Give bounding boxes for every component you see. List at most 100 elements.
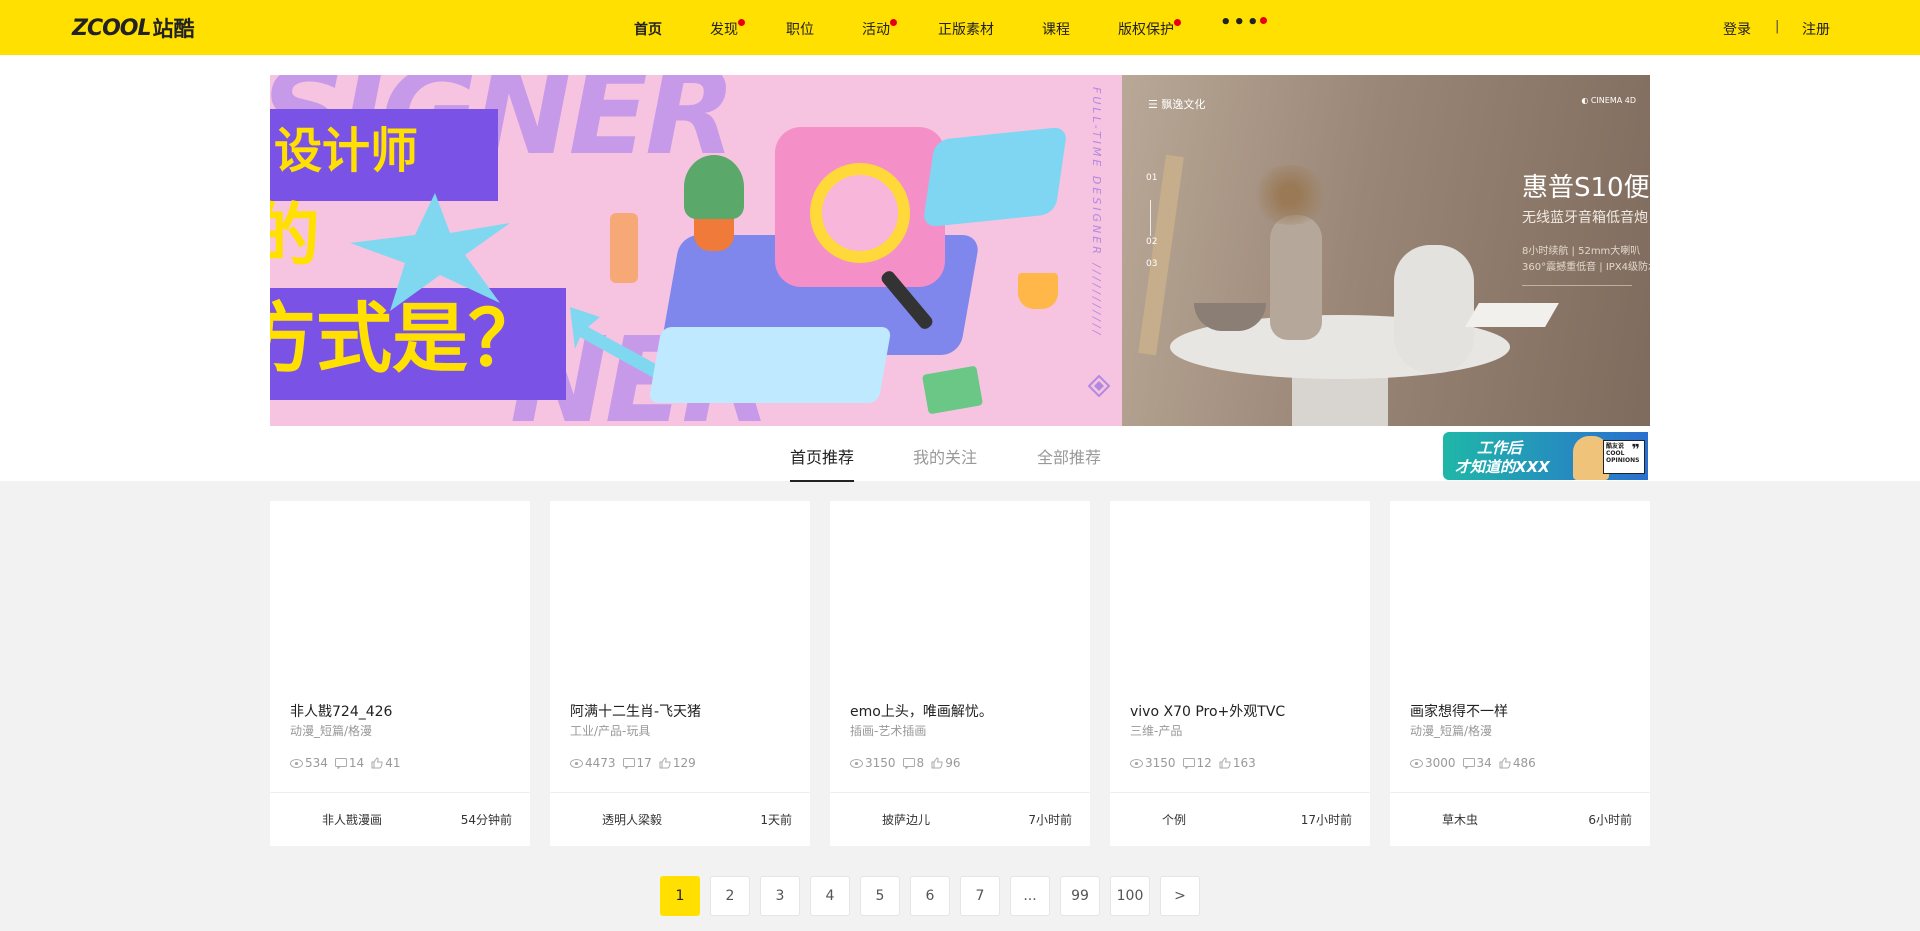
card-category: 插画-艺术插画: [850, 724, 927, 738]
vase-illustration: [1270, 215, 1322, 340]
comments-count: 8: [916, 756, 925, 770]
nav-more-button[interactable]: •••: [1220, 12, 1267, 33]
card-stats: 3150 12 163: [1130, 756, 1263, 770]
card-author[interactable]: 非人戡漫画: [322, 811, 382, 828]
work-card[interactable]: 画家想得不一样 动漫_短篇/格漫 3000 34 486 草木虫 6小时前: [1390, 501, 1650, 846]
page-button-100[interactable]: 100: [1110, 876, 1150, 916]
work-card[interactable]: 非人戡724_426 动漫_短篇/格漫 534 14 41 非人戡漫画 54分钟…: [270, 501, 530, 846]
card-author[interactable]: 披萨边儿: [882, 811, 930, 828]
card-thumbnail[interactable]: [830, 501, 1090, 696]
card-stats: 3000 34 486: [1410, 756, 1543, 770]
promo-ad[interactable]: 工作后 才知道的XXX 酷友说 COOL OPINIONS ❞: [1443, 432, 1648, 480]
nav-label: 正版素材: [938, 22, 994, 38]
card-divider: [270, 792, 530, 793]
nav-item-copyright[interactable]: 版权保护: [1118, 19, 1181, 39]
nav-label: 发现: [710, 22, 738, 38]
card-thumbnail[interactable]: [550, 501, 810, 696]
tab-following[interactable]: 我的关注: [913, 444, 977, 468]
eye-icon: [570, 758, 583, 768]
page-button-99[interactable]: 99: [1060, 876, 1100, 916]
card-title[interactable]: 非人戡724_426: [290, 701, 392, 721]
hero-banner-speaker[interactable]: ☰ 飘逸文化 ◐ CINEMA 4D 01 02 03 惠普S10便 无线蓝牙音…: [1122, 75, 1650, 426]
slide-index-3[interactable]: 03: [1146, 259, 1157, 269]
tab-home-recommend[interactable]: 首页推荐: [790, 444, 854, 468]
page-button-5[interactable]: 5: [860, 876, 900, 916]
page-button-6[interactable]: 6: [910, 876, 950, 916]
login-link[interactable]: 登录: [1723, 19, 1751, 39]
card-title[interactable]: vivo X70 Pro+外观TVC: [1130, 701, 1285, 721]
card-thumbnail[interactable]: [1390, 501, 1650, 696]
card-title[interactable]: 画家想得不一样: [1410, 701, 1508, 721]
comments-stat: 8: [902, 756, 925, 770]
hero-banner-designer[interactable]: SIGNER NER 设计师 的 方式是？ FULL-TIME DESIGNER…: [270, 75, 1122, 426]
likes-stat: 163: [1219, 756, 1256, 770]
slide-index-1[interactable]: 01: [1146, 173, 1157, 183]
page-ellipsis: ...: [1010, 876, 1050, 916]
diamond-icon: [1088, 375, 1110, 397]
comments-count: 14: [348, 756, 365, 770]
nav-label: 职位: [786, 22, 814, 38]
card-title[interactable]: 阿满十二生肖-飞天猪: [570, 701, 701, 721]
card-stats: 4473 17 129: [570, 756, 703, 770]
nav-item-stock[interactable]: 正版素材: [938, 19, 994, 39]
nav-label: 版权保护: [1118, 22, 1174, 38]
nav-item-events[interactable]: 活动: [862, 19, 897, 39]
page-button-3[interactable]: 3: [760, 876, 800, 916]
banner-headline-1: 设计师: [274, 123, 419, 179]
comments-stat: 34: [1462, 756, 1492, 770]
card-author[interactable]: 透明人梁毅: [602, 811, 662, 828]
register-link[interactable]: 注册: [1802, 19, 1830, 39]
likes-count: 41: [385, 756, 401, 770]
thumbs-up-icon: [1219, 757, 1231, 769]
likes-stat: 129: [659, 756, 696, 770]
card-category: 工业/产品-玩具: [570, 724, 651, 738]
banner-subtitle: 无线蓝牙音箱低音炮: [1522, 210, 1648, 226]
comments-stat: 12: [1182, 756, 1212, 770]
tab-all-recommend[interactable]: 全部推荐: [1037, 444, 1101, 468]
nav-item-home[interactable]: 首页: [634, 19, 662, 39]
page-button-1[interactable]: 1: [660, 876, 700, 916]
eye-icon: [1410, 758, 1423, 768]
card-thumbnail[interactable]: [270, 501, 530, 696]
likes-count: 96: [945, 756, 961, 770]
page-button-7[interactable]: 7: [960, 876, 1000, 916]
card-category: 动漫_短篇/格漫: [290, 724, 373, 738]
card-author[interactable]: 个例: [1162, 811, 1186, 828]
work-card[interactable]: 阿满十二生肖-飞天猪 工业/产品-玩具 4473 17 129 透明人梁毅 1天…: [550, 501, 810, 846]
notification-dot: [1259, 17, 1267, 24]
pencil-cup-illustration: [1018, 273, 1058, 309]
likes-stat: 486: [1499, 756, 1536, 770]
notification-dot: [738, 19, 745, 26]
work-card[interactable]: vivo X70 Pro+外观TVC 三维-产品 3150 12 163 个例 …: [1110, 501, 1370, 846]
page-button-4[interactable]: 4: [810, 876, 850, 916]
ad-line-1: 工作后: [1477, 439, 1523, 457]
nav-item-courses[interactable]: 课程: [1042, 19, 1070, 39]
nav-item-discover[interactable]: 发现: [710, 19, 745, 39]
nav-item-jobs[interactable]: 职位: [786, 19, 814, 39]
likes-stat: 41: [371, 756, 400, 770]
views-count: 534: [305, 756, 328, 770]
plant-illustration: [684, 155, 744, 219]
views-count: 3150: [1145, 756, 1176, 770]
next-page-button[interactable]: >: [1160, 876, 1200, 916]
thumbs-up-icon: [931, 757, 943, 769]
card-author[interactable]: 草木虫: [1442, 811, 1478, 828]
cinema4d-logo: ◐ CINEMA 4D: [1581, 96, 1636, 105]
work-card[interactable]: emo上头，唯画解忧。 插画-艺术插画 3150 8 96 披萨边儿 7小时前: [830, 501, 1090, 846]
slide-index-2[interactable]: 02: [1146, 237, 1157, 247]
card-divider: [1110, 792, 1370, 793]
card-divider: [550, 792, 810, 793]
more-icon: •••: [1220, 12, 1261, 33]
hourglass-illustration: [610, 213, 638, 283]
page-button-2[interactable]: 2: [710, 876, 750, 916]
ad-line-2: 才知道的XXX: [1455, 458, 1550, 476]
card-category: 动漫_短篇/格漫: [1410, 724, 1493, 738]
card-thumbnail[interactable]: [1110, 501, 1370, 696]
card-time: 7小时前: [1028, 813, 1072, 827]
views-stat: 3150: [850, 756, 896, 770]
views-count: 3000: [1425, 756, 1456, 770]
card-category: 三维-产品: [1130, 724, 1183, 738]
card-title[interactable]: emo上头，唯画解忧。: [850, 701, 993, 721]
card-time: 17小时前: [1300, 813, 1352, 827]
chair-illustration: [1138, 154, 1184, 356]
